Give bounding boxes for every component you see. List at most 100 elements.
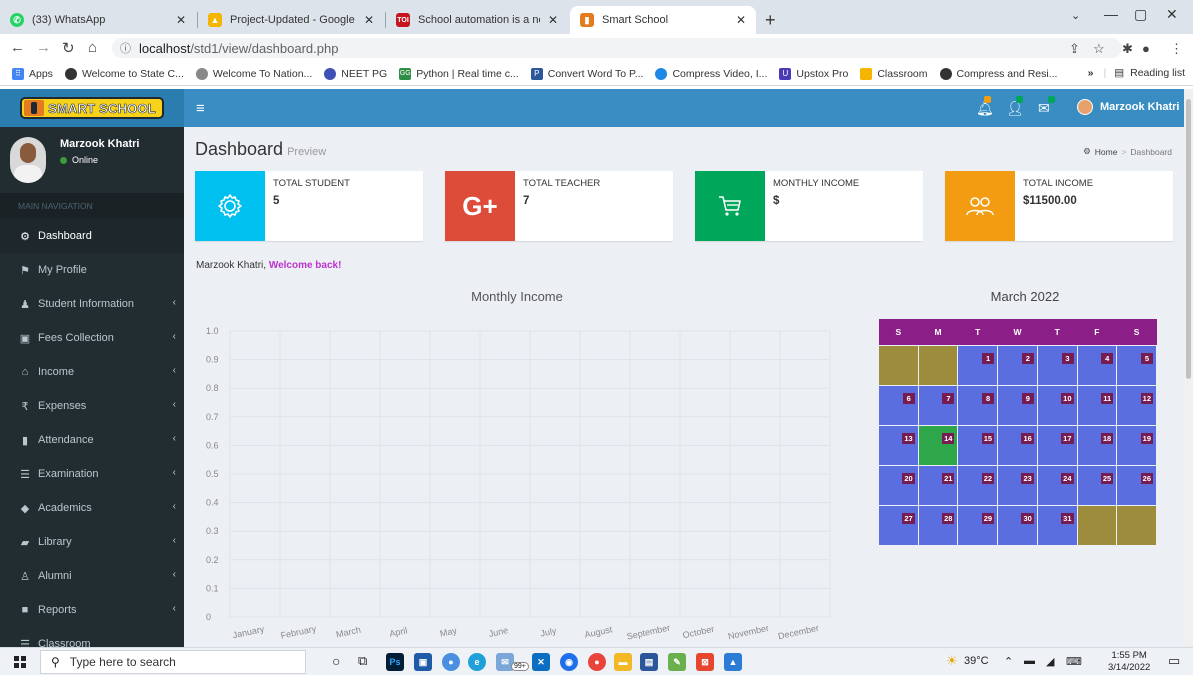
calendar-day[interactable]: 20 [878, 464, 919, 506]
calendar-day[interactable]: 26 [1116, 464, 1157, 506]
profile-icon[interactable]: ● [1142, 41, 1150, 56]
notification-center-icon[interactable]: ▭ [1168, 653, 1180, 669]
tab-whatsapp[interactable]: ✆ (33) WhatsApp ✕ [0, 6, 196, 34]
paint-icon[interactable]: ✎ [668, 653, 686, 671]
calendar-day[interactable]: 19 [1116, 424, 1157, 466]
calendar-day[interactable]: 23 [997, 464, 1038, 506]
bookmark-item[interactable]: Compress and Resi... [939, 67, 1057, 80]
keyboard-icon[interactable]: ⌨ [1066, 655, 1082, 668]
notepad-icon[interactable]: ▤ [640, 653, 658, 671]
calendar-day[interactable]: 2 [997, 344, 1038, 386]
new-tab-button[interactable]: + [765, 10, 776, 31]
sidebar-item-income[interactable]: ⌂ Income ‹ [0, 355, 184, 389]
sidebar-item-fees-collection[interactable]: ▣ Fees Collection ‹ [0, 321, 184, 355]
calendar-day[interactable]: 18 [1076, 424, 1118, 466]
tab-smart-school[interactable]: ▮ Smart School ✕ [570, 6, 756, 34]
bookmark-item[interactable]: NEET PG [324, 67, 387, 80]
reading-list-button[interactable]: Reading list [1130, 67, 1185, 79]
calendar-day[interactable]: 5 [1116, 344, 1157, 386]
tab-google-drive[interactable]: ▲ Project-Updated - Google Drive ✕ [198, 6, 384, 34]
bookmark-item[interactable]: GG Python | Real time c... [399, 67, 519, 80]
calendar-day[interactable]: 9 [997, 384, 1038, 426]
calendar-day[interactable]: 22 [957, 464, 999, 506]
avatar[interactable] [1077, 99, 1093, 115]
calendar-day[interactable]: 25 [1076, 464, 1118, 506]
header-user-name[interactable]: Marzook Khatri [1100, 101, 1179, 113]
tab-school-automation[interactable]: TOI School automation is a new norm ✕ [386, 6, 568, 34]
calendar-day[interactable]: 10 [1036, 384, 1078, 426]
back-icon[interactable]: ← [10, 39, 25, 56]
scrollbar-thumb[interactable] [1186, 99, 1191, 379]
calendar-day[interactable]: 11 [1076, 384, 1118, 426]
battery-icon[interactable]: ▬ [1024, 655, 1035, 667]
url-bar[interactable]: ⓘ localhost/std1/view/dashboard.php [112, 38, 1122, 58]
close-window-button[interactable]: ✕ [1166, 6, 1178, 23]
calendar-day[interactable]: 7 [917, 384, 959, 426]
reload-icon[interactable]: ↻ [62, 39, 75, 57]
calendar-day[interactable]: 24 [1036, 464, 1078, 506]
info-icon[interactable]: ⓘ [120, 40, 131, 56]
breadcrumb-home[interactable]: Home [1095, 147, 1118, 157]
calendar-day[interactable]: 16 [997, 424, 1038, 466]
sidebar-item-library[interactable]: ▰ Library ‹ [0, 525, 184, 559]
bookmark-item[interactable]: U Upstox Pro [779, 67, 848, 80]
store-icon[interactable]: ▣ [414, 653, 432, 671]
calendar-day[interactable]: 28 [917, 504, 959, 546]
sidebar-item-alumni[interactable]: ♙ Alumni ‹ [0, 559, 184, 593]
maximize-button[interactable]: ▢ [1134, 6, 1147, 23]
weather-icon[interactable]: ☀ [946, 653, 958, 669]
home-icon[interactable]: ⌂ [88, 39, 97, 56]
bookmark-item[interactable]: Compress Video, I... [655, 67, 767, 80]
cortana-icon[interactable]: ○ [332, 653, 340, 669]
app-icon[interactable]: ◉ [560, 653, 578, 671]
calendar-day[interactable]: 4 [1076, 344, 1118, 386]
wifi-icon[interactable]: ◢ [1046, 655, 1054, 668]
sidebar-item-attendance[interactable]: ▮ Attendance ‹ [0, 423, 184, 457]
calendar-day[interactable]: 30 [997, 504, 1038, 546]
forward-icon[interactable]: → [36, 39, 51, 56]
calendar-day[interactable]: 14 [917, 424, 959, 466]
weather-text[interactable]: 39°C [964, 655, 989, 667]
calendar-day[interactable]: 17 [1036, 424, 1078, 466]
taskbar-search-input[interactable]: ⚲ Type here to search [40, 650, 306, 674]
photos-icon[interactable]: ▲ [724, 653, 742, 671]
calendar-day[interactable]: 29 [957, 504, 999, 546]
xampp-icon[interactable]: ⊠ [696, 653, 714, 671]
bookmark-item[interactable]: Welcome to State C... [64, 67, 184, 80]
share-icon[interactable]: ⇪ [1069, 41, 1080, 57]
chrome-alt-icon[interactable]: ● [588, 653, 606, 671]
chevron-down-icon[interactable]: ⌄ [1071, 9, 1080, 22]
sidebar-item-dashboard[interactable]: ⚙ Dashboard [0, 219, 184, 253]
edge-icon[interactable]: e [468, 653, 486, 671]
sidebar-item-my-profile[interactable]: ⚑ My Profile [0, 253, 184, 287]
calendar-day[interactable]: 6 [878, 384, 919, 426]
chrome-icon[interactable]: ● [442, 653, 460, 671]
calendar-day[interactable]: 8 [957, 384, 999, 426]
page-scrollbar[interactable] [1184, 89, 1193, 647]
bookmark-item[interactable]: Classroom [860, 67, 928, 80]
minimize-button[interactable]: — [1104, 6, 1118, 22]
calendar-day[interactable]: 3 [1036, 344, 1078, 386]
bookmark-apps[interactable]: ⠿ Apps [12, 67, 53, 80]
calendar-day[interactable]: 13 [878, 424, 919, 466]
sidebar-item-classroom[interactable]: ☰ Classroom [0, 627, 184, 647]
hamburger-menu-icon[interactable]: ≡ [196, 100, 205, 117]
vscode-icon[interactable]: ✕ [532, 653, 550, 671]
sidebar-item-expenses[interactable]: ₹ Expenses ‹ [0, 389, 184, 423]
calendar-day[interactable]: 1 [957, 344, 999, 386]
app-logo[interactable]: SMART SCHOOL [0, 89, 184, 127]
windows-start-icon[interactable] [14, 656, 26, 668]
calendar-day[interactable]: 21 [917, 464, 959, 506]
photoshop-icon[interactable]: Ps [386, 653, 404, 671]
close-icon[interactable]: ✕ [364, 13, 374, 27]
sidebar-item-student-information[interactable]: ♟ Student Information ‹ [0, 287, 184, 321]
extensions-icon[interactable]: ✱ [1122, 41, 1133, 57]
taskbar-clock[interactable]: 1:55 PM 3/14/2022 [1108, 650, 1150, 674]
task-view-icon[interactable]: ⧉ [358, 653, 367, 669]
bookmark-item[interactable]: P Convert Word To P... [530, 67, 643, 80]
sidebar-item-reports[interactable]: ■ Reports ‹ [0, 593, 184, 627]
sidebar-item-academics[interactable]: ◆ Academics ‹ [0, 491, 184, 525]
close-icon[interactable]: ✕ [548, 13, 558, 27]
chevron-up-icon[interactable]: ⌃ [1004, 655, 1013, 668]
sidebar-item-examination[interactable]: ☰ Examination ‹ [0, 457, 184, 491]
